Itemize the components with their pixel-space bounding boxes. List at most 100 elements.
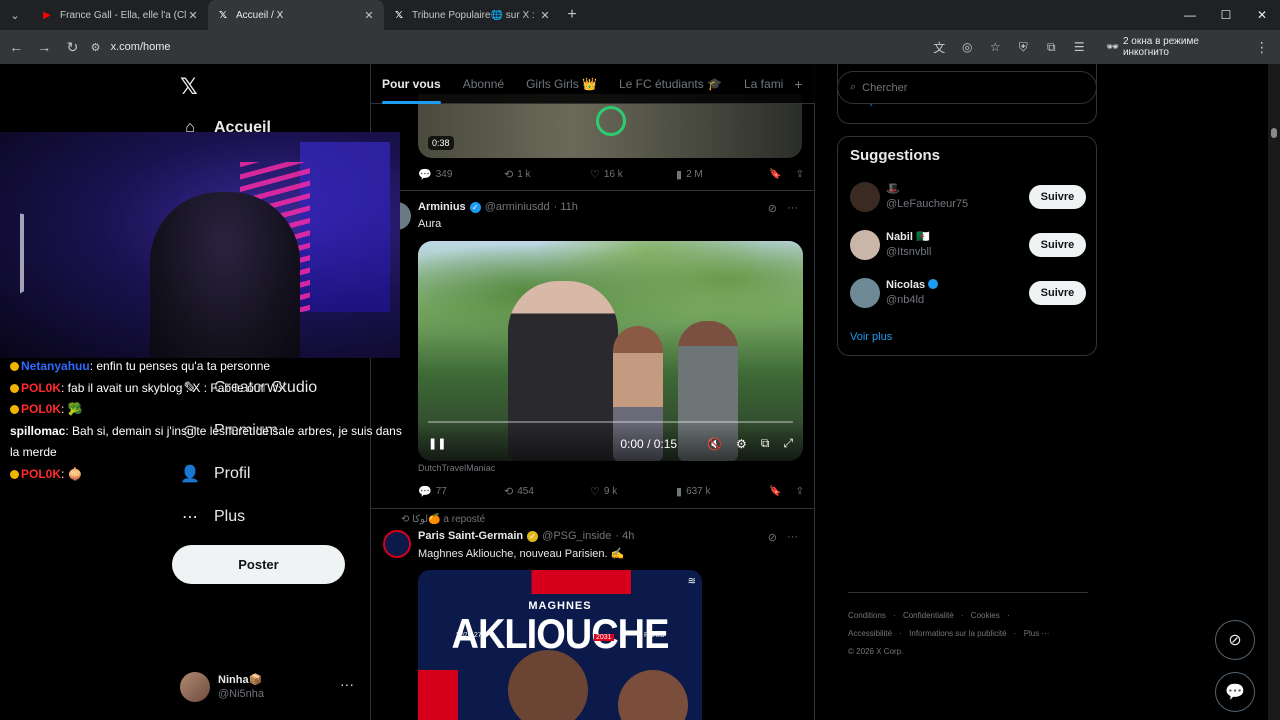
site-info-icon[interactable]: ⚙ [91,41,111,54]
bookmark-icon[interactable]: 🔖 [769,169,781,180]
reload-icon[interactable]: ↻ [60,34,84,60]
messages-button[interactable]: 💬 [1215,672,1255,712]
suggestion-row[interactable]: Nicolas @nb4ld Suivre [850,275,1086,311]
browser-tab-youtube[interactable]: ▶ France Gall - Ella, elle l'a (Clip o ✕ [32,0,208,30]
avatar [850,230,880,260]
pause-icon[interactable]: ❚❚ [428,437,446,450]
tab-fc-etudiants[interactable]: Le FC étudiants 🎓 [608,64,733,104]
scrollbar-thumb[interactable] [1271,128,1277,138]
video-source-caption[interactable]: DutchTravelManiac [418,463,495,473]
post-time[interactable]: · 11h [554,201,578,213]
menu-icon[interactable]: ⋮ [1250,34,1274,60]
avatar[interactable] [383,530,411,558]
tab-title: France Gall - Ella, elle l'a (Clip o [60,9,186,21]
footer-link-ads-info[interactable]: Informations sur la publicité [909,629,1006,638]
repost-indicator[interactable]: ⟲ لوكا🍊 a reposté [401,514,485,525]
extensions-icon[interactable]: ⧉ [1040,40,1062,55]
media-settings-icon[interactable]: ≋ [688,576,696,587]
views-button[interactable]: ▮ 2 M [676,168,762,181]
footer-link-more[interactable]: Plus ··· [1024,629,1050,638]
nav-item-more[interactable]: ⋯ Plus [172,497,245,537]
incognito-indicator[interactable]: 🕶 2 окна в режиме инкогнито [1098,36,1246,58]
x-logo-icon[interactable]: 𝕏 [180,74,204,99]
page-scrollbar[interactable] [1268,64,1280,720]
maximize-icon[interactable]: ☐ [1208,0,1244,30]
browser-tab-x-home[interactable]: 𝕏 Accueil / X ✕ [208,0,384,30]
nav-label: Plus [214,508,246,525]
tab-for-you[interactable]: Pour vous [371,64,452,104]
grok-icon[interactable]: ⊘ [768,531,777,544]
close-tab-icon[interactable]: ✕ [186,9,200,22]
view-count: 2 M [686,168,703,180]
author-name[interactable]: Arminius [418,201,466,213]
browser-tab-tribune[interactable]: 𝕏 Tribune Populaire🌐 sur X : "📁 ✕ [384,0,560,30]
tab-following[interactable]: Abonné [452,64,515,104]
account-handle: @Ni5nha [218,688,265,700]
account-switcher[interactable]: Ninha📦 @Ni5nha ··· [180,670,360,704]
tab-search-button[interactable]: ⌄ [4,4,26,26]
address-bar[interactable]: ⚙ x.com/home [91,34,929,60]
player-photo [508,650,588,720]
extension-shield-icon[interactable]: ⛨ [1012,40,1034,55]
add-tab-icon[interactable]: + [794,76,802,92]
bookmark-icon[interactable]: 🔖 [769,486,781,497]
author-handle[interactable]: @arminiusdd [485,201,550,213]
post-image[interactable]: MAGHNES AKLIOUCHE 2026-27 2031 PARIS ≋ [418,570,702,720]
translate-icon[interactable]: 文 [928,39,950,56]
close-window-icon[interactable]: ✕ [1244,0,1280,30]
footer-link-cookies[interactable]: Cookies [971,611,1000,620]
back-icon[interactable]: ← [4,34,28,60]
new-tab-button[interactable]: + [560,6,584,24]
more-icon[interactable]: ··· [787,202,798,215]
footer-link-privacy[interactable]: Confidentialité [903,611,954,620]
suggestion-row[interactable]: Nabil 🇩🇿 @Itsnvbll Suivre [850,227,1086,263]
tab-girls-girls[interactable]: Girls Girls 👑 [515,64,608,104]
tab-la-fami[interactable]: La fami [733,64,794,104]
video-progress-bar[interactable] [428,421,793,423]
views-button[interactable]: ▮ 637 k [676,485,762,498]
suggestion-row[interactable]: 🎩 @LeFaucheur75 Suivre [850,179,1086,215]
youtube-icon: ▶ [43,9,51,21]
more-icon[interactable]: ··· [787,531,798,544]
share-icon[interactable]: ⇪ [796,169,804,180]
footer-link-accessibility[interactable]: Accessibilité [848,629,892,638]
author-handle[interactable]: @PSG_inside [542,530,611,542]
close-tab-icon[interactable]: ✕ [362,9,376,22]
footer-link-conditions[interactable]: Conditions [848,611,886,620]
post-header: Arminius ✓ @arminiusdd · 11h [418,201,578,213]
fullscreen-icon[interactable]: ⤢ [783,436,793,451]
suggestion-name: 🎩 [886,183,900,195]
eye-off-icon[interactable]: ◎ [956,40,978,54]
author-name[interactable]: Paris Saint-Germain [418,530,523,542]
search-input[interactable]: ⌕ Chercher [837,71,1097,104]
reply-button[interactable]: 💬 77 [418,485,504,498]
minimize-icon[interactable]: — [1172,0,1208,30]
repost-button[interactable]: ⟲ 454 [504,485,590,498]
settings-icon[interactable]: ⚙ [736,437,747,451]
like-button[interactable]: ♡ 9 k [590,485,676,498]
reading-list-icon[interactable]: ☰ [1068,40,1090,54]
reply-button[interactable]: 💬 349 [418,168,504,181]
mute-icon[interactable]: 🔇 [707,437,722,451]
follow-button[interactable]: Suivre [1029,233,1086,257]
incognito-icon: 🕶 [1106,41,1119,53]
repost-button[interactable]: ⟲ 1 k [504,168,590,181]
chat-message: POL0K: 🧅 [10,464,410,486]
see-more-link[interactable]: Voir plus [850,331,892,343]
pip-icon[interactable]: ⧉ [761,436,770,451]
forward-icon[interactable]: → [32,34,56,60]
grok-button[interactable]: ⊘ [1215,620,1255,660]
close-tab-icon[interactable]: ✕ [538,9,552,22]
post-button[interactable]: Poster [172,545,345,584]
video-player[interactable]: ❚❚ 0:00 / 0:15 🔇 ⚙ ⧉ ⤢ [418,241,803,461]
follow-button[interactable]: Suivre [1029,281,1086,305]
more-icon[interactable]: ··· [340,676,354,692]
grok-icon[interactable]: ⊘ [768,202,777,215]
star-icon[interactable]: ☆ [984,40,1006,54]
follow-button[interactable]: Suivre [1029,185,1086,209]
share-icon[interactable]: ⇪ [796,486,804,497]
post-time[interactable]: · 4h [615,530,634,542]
repost-icon: ⟲ [504,485,514,498]
suggestion-handle: @Itsnvbll [886,246,932,258]
like-button[interactable]: ♡ 16 k [590,168,676,181]
